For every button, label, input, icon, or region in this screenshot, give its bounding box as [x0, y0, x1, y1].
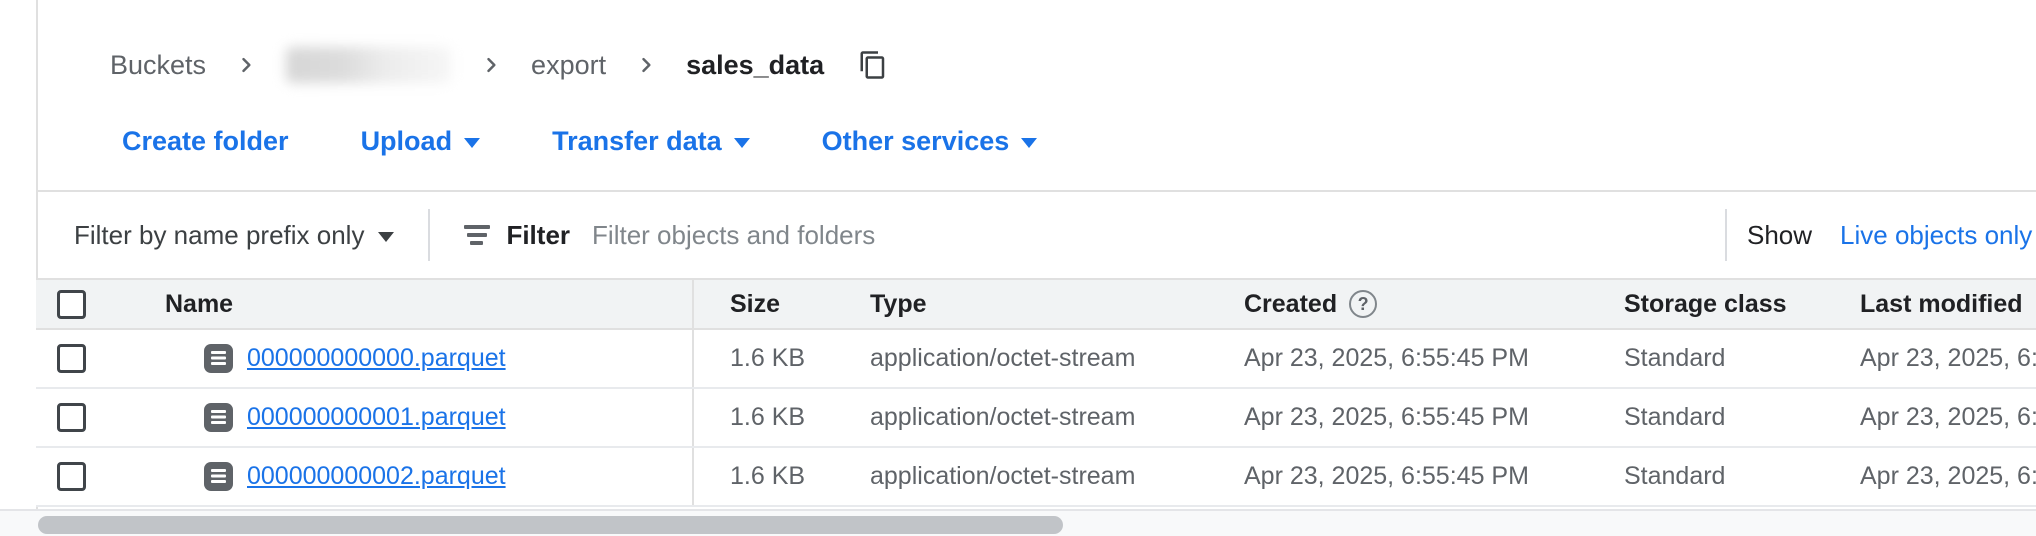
object-name-cell: 000000000001.parquet: [110, 402, 692, 433]
created-cell: Apr 23, 2025, 6:55:45 PM: [1206, 403, 1586, 432]
filter-input[interactable]: [592, 220, 1452, 251]
size-cell: 1.6 KB: [692, 330, 832, 387]
file-icon: [203, 343, 234, 374]
create-folder-button[interactable]: Create folder: [122, 126, 289, 157]
show-label: Show: [1747, 220, 1812, 251]
create-folder-label: Create folder: [122, 126, 289, 157]
filter-icon: [462, 222, 492, 248]
transfer-data-label: Transfer data: [552, 126, 722, 157]
filter-type-label: Filter by name prefix only: [74, 220, 364, 251]
upload-button[interactable]: Upload: [361, 126, 481, 157]
chevron-right-icon: [636, 55, 656, 75]
size-cell: 1.6 KB: [692, 389, 832, 446]
horizontal-scrollbar-thumb[interactable]: [38, 516, 1063, 534]
object-name-cell: 000000000002.parquet: [110, 461, 692, 492]
filter-bar-right: Show Live objects only: [1725, 192, 2032, 278]
table-row: 000000000002.parquet 1.6 KB application/…: [36, 448, 2036, 507]
horizontal-scrollbar-track[interactable]: [0, 509, 2036, 536]
created-cell: Apr 23, 2025, 6:55:45 PM: [1206, 344, 1586, 373]
column-header-last-modified: Last modified: [1822, 290, 2036, 319]
object-link[interactable]: 000000000000.parquet: [247, 344, 506, 373]
transfer-data-button[interactable]: Transfer data: [552, 126, 750, 157]
row-checkbox-cell: [36, 403, 110, 432]
chevron-down-icon: [734, 138, 750, 148]
toolbar: Create folder Upload Transfer data Other…: [122, 116, 1037, 166]
type-cell: application/octet-stream: [832, 462, 1206, 491]
breadcrumb-bucket-name-redacted[interactable]: [286, 47, 451, 83]
row-checkbox-cell: [36, 344, 110, 373]
last-modified-cell: Apr 23, 2025, 6:55:45 PM: [1822, 462, 2036, 491]
column-header-type: Type: [832, 290, 1206, 319]
breadcrumb-current-folder: sales_data: [686, 50, 824, 81]
vertical-divider: [1725, 209, 1727, 261]
breadcrumb-export-link[interactable]: export: [531, 50, 606, 81]
created-label: Created: [1244, 290, 1337, 319]
chevron-down-icon: [1021, 138, 1037, 148]
storage-class-cell: Standard: [1586, 344, 1822, 373]
breadcrumb-buckets-link[interactable]: Buckets: [110, 50, 206, 81]
breadcrumb: Buckets export sales_data: [110, 38, 888, 92]
storage-class-cell: Standard: [1586, 403, 1822, 432]
upload-label: Upload: [361, 126, 453, 157]
object-name-cell: 000000000000.parquet: [110, 343, 692, 374]
row-checkbox[interactable]: [57, 462, 86, 491]
file-icon: [203, 402, 234, 433]
file-icon: [203, 461, 234, 492]
chevron-down-icon: [464, 138, 480, 148]
other-services-label: Other services: [822, 126, 1010, 157]
type-cell: application/octet-stream: [832, 403, 1206, 432]
object-link[interactable]: 000000000001.parquet: [247, 403, 506, 432]
chevron-down-icon: [378, 232, 394, 242]
table-row: 000000000001.parquet 1.6 KB application/…: [36, 389, 2036, 448]
column-header-created: Created ?: [1206, 290, 1586, 319]
vertical-divider: [428, 209, 430, 261]
filter-label: Filter: [506, 220, 570, 251]
show-objects-dropdown[interactable]: Live objects only: [1840, 220, 2032, 251]
chevron-right-icon: [481, 55, 501, 75]
other-services-button[interactable]: Other services: [822, 126, 1038, 157]
table-header-row: Name Size Type Created ? Storage class L…: [36, 278, 2036, 330]
column-header-size: Size: [692, 280, 832, 328]
column-header-name: Name: [110, 290, 692, 319]
filter-bar: Filter by name prefix only Filter Show L…: [36, 190, 2036, 278]
row-checkbox[interactable]: [57, 403, 86, 432]
chevron-right-icon: [236, 55, 256, 75]
column-header-storage-class: Storage class: [1586, 290, 1822, 319]
filter-type-dropdown[interactable]: Filter by name prefix only: [74, 220, 394, 251]
size-cell: 1.6 KB: [692, 448, 832, 505]
object-link[interactable]: 000000000002.parquet: [247, 462, 506, 491]
help-icon[interactable]: ?: [1349, 290, 1377, 318]
created-cell: Apr 23, 2025, 6:55:45 PM: [1206, 462, 1586, 491]
type-cell: application/octet-stream: [832, 344, 1206, 373]
copy-icon[interactable]: [858, 50, 888, 80]
storage-class-cell: Standard: [1586, 462, 1822, 491]
header-checkbox-cell: [36, 290, 110, 319]
select-all-checkbox[interactable]: [57, 290, 86, 319]
table-row: 000000000000.parquet 1.6 KB application/…: [36, 330, 2036, 389]
row-checkbox-cell: [36, 462, 110, 491]
last-modified-cell: Apr 23, 2025, 6:55:45 PM: [1822, 344, 2036, 373]
last-modified-cell: Apr 23, 2025, 6:55:45 PM: [1822, 403, 2036, 432]
row-checkbox[interactable]: [57, 344, 86, 373]
